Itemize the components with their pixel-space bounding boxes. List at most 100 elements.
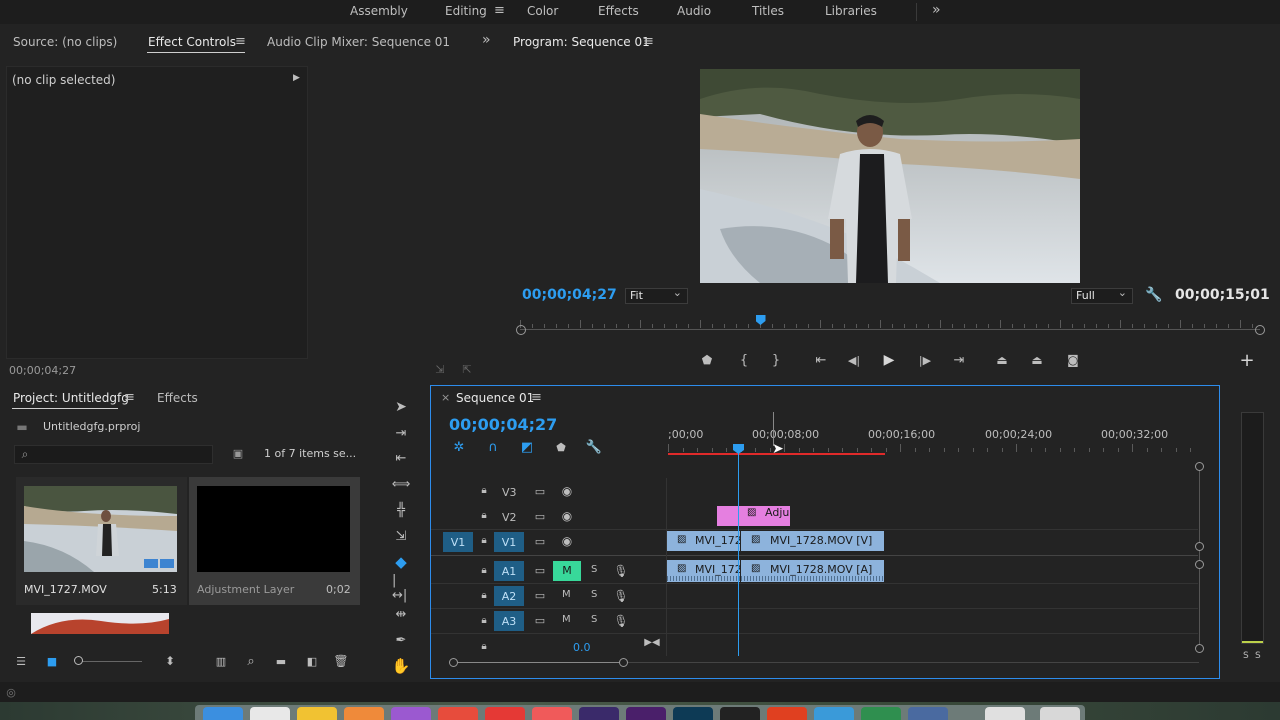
scroll-handle[interactable] <box>1195 462 1204 471</box>
clip-adjustment-layer[interactable]: ▨ Adju <box>717 506 790 526</box>
h-scroll-start-handle[interactable] <box>449 658 458 667</box>
project-search-input[interactable]: ⌕ <box>14 445 213 464</box>
h-scroll-end-handle[interactable] <box>619 658 628 667</box>
expand-triangle-icon[interactable]: ▶ <box>293 73 300 83</box>
tab-project[interactable]: Project: Untitledgfg <box>13 391 129 405</box>
sync-lock-icon[interactable]: ▭ <box>533 588 547 602</box>
workspace-tab-libraries[interactable]: Libraries <box>825 4 877 18</box>
program-scrub-bar[interactable] <box>515 315 1265 342</box>
clip-a1-b[interactable]: ▨ MVI_1728.MOV [A] <box>741 560 884 582</box>
program-menu-icon[interactable]: ≡ <box>643 34 654 49</box>
button-editor-plus-icon[interactable]: + <box>1238 350 1256 371</box>
scroll-handle[interactable] <box>1195 560 1204 569</box>
app-icon-red[interactable] <box>438 707 478 720</box>
lock-icon[interactable]: 🔒︎ <box>478 483 490 497</box>
go-to-end-icon[interactable]: ▶◀ <box>644 635 660 649</box>
workspace-overflow-icon[interactable]: » <box>932 2 941 18</box>
photoshop-icon[interactable] <box>673 707 713 720</box>
microphone-icon[interactable]: 🎙︎ <box>613 587 628 605</box>
tab-source[interactable]: Source: (no clips) <box>13 35 117 49</box>
workspace-tab-effects[interactable]: Effects <box>598 4 639 18</box>
program-monitor-title[interactable]: Program: Sequence 01 <box>513 35 650 49</box>
step-forward-icon[interactable]: |▶ <box>917 352 933 368</box>
new-item-icon[interactable]: ◧ <box>304 654 320 668</box>
lock-icon[interactable]: 🔒︎ <box>478 613 490 627</box>
eye-icon[interactable]: ◉ <box>559 484 575 498</box>
sync-lock-icon[interactable]: ▭ <box>533 484 547 498</box>
photos-icon[interactable] <box>344 707 384 720</box>
clip-a1-a[interactable]: ▨ MVI_172 <box>667 560 740 582</box>
list-view-icon[interactable]: ☰ <box>13 654 29 668</box>
export-icon[interactable]: ⇱ <box>459 362 475 376</box>
time-ruler[interactable]: ;00;00 00;00;08;00 00;00;16;00 00;00;24;… <box>668 428 1204 458</box>
track-label-v2[interactable]: V2 <box>502 511 517 524</box>
export-frame-camera-icon[interactable]: ◙ <box>1064 352 1082 368</box>
pen-tool-icon[interactable]: ✒ <box>392 631 410 649</box>
project-item-mvi-1727[interactable]: MVI_1727.MOV 5:13 <box>16 477 187 605</box>
after-effects-icon[interactable] <box>579 707 619 720</box>
solo-button-a1[interactable]: S <box>591 564 597 575</box>
add-marker-icon[interactable]: ⬟ <box>699 352 715 368</box>
program-current-timecode[interactable]: 00;00;04;27 <box>522 287 617 303</box>
scrub-start-handle[interactable] <box>516 325 526 335</box>
new-bin-from-search-icon[interactable]: ▣ <box>230 446 246 460</box>
project-menu-icon[interactable]: ≡ <box>124 390 135 405</box>
tab-audio-clip-mixer[interactable]: Audio Clip Mixer: Sequence 01 <box>267 35 450 49</box>
thumbnail-zoom-slider[interactable] <box>74 656 144 666</box>
mark-out-icon[interactable]: } <box>768 352 784 368</box>
sync-lock-icon[interactable]: ▭ <box>533 613 547 627</box>
workspace-tab-editing[interactable]: Editing <box>445 4 487 18</box>
sequence-menu-icon[interactable]: ≡ <box>531 390 542 405</box>
premiere-icon[interactable] <box>626 707 666 720</box>
tab-effect-controls[interactable]: Effect Controls <box>148 35 236 49</box>
find-icon[interactable]: ⌕ <box>243 653 259 669</box>
close-sequence-icon[interactable]: × <box>441 391 450 404</box>
microphone-icon[interactable]: 🎙︎ <box>613 612 628 630</box>
scrub-end-handle[interactable] <box>1255 325 1265 335</box>
new-bin-icon[interactable]: ▬ <box>273 654 289 668</box>
sync-lock-icon[interactable]: ▭ <box>533 534 547 548</box>
sync-lock-icon[interactable]: ▭ <box>533 509 547 523</box>
sort-icon[interactable]: ⬍ <box>162 653 178 669</box>
slip-tool-icon[interactable]: |↔| <box>392 573 410 603</box>
filter-icon[interactable]: ⇲ <box>432 362 448 376</box>
timeline-timecode[interactable]: 00;00;04;27 <box>449 415 557 434</box>
launchpad-icon[interactable] <box>391 707 431 720</box>
status-icon[interactable]: ◎ <box>4 685 18 699</box>
automate-to-sequence-icon[interactable]: ▥ <box>212 654 230 668</box>
workspace-menu-icon[interactable]: ≡ <box>494 3 505 18</box>
razor-tool-icon[interactable]: ◆ <box>392 553 410 571</box>
track-label-v3[interactable]: V3 <box>502 486 517 499</box>
mute-button-a3[interactable]: M <box>562 614 571 625</box>
track-select-tool-icon[interactable]: ⇥ <box>392 424 410 442</box>
master-volume-value[interactable]: 0.0 <box>573 641 591 654</box>
tab-effects[interactable]: Effects <box>157 391 198 405</box>
workspace-tab-audio[interactable]: Audio <box>677 4 711 18</box>
add-marker-icon[interactable]: ⬟ <box>553 439 569 455</box>
go-to-in-icon[interactable]: ⇤ <box>812 352 830 368</box>
source-patch-v1[interactable]: V1 <box>443 532 473 552</box>
lift-icon[interactable]: ⏏ <box>992 352 1012 368</box>
snap-magnet-icon[interactable]: ∩ <box>485 439 501 455</box>
playback-resolution-select[interactable]: Full <box>1071 286 1133 304</box>
project-item-partial-thumbnail[interactable] <box>31 613 169 634</box>
app-icon-orange[interactable] <box>767 707 807 720</box>
lock-icon[interactable]: 🔒︎ <box>478 533 490 547</box>
extract-icon[interactable]: ⏏ <box>1027 352 1047 368</box>
workspace-tab-titles[interactable]: Titles <box>752 4 784 18</box>
hand-tool-icon[interactable]: ✋ <box>392 657 411 675</box>
vertical-scrollbar-track[interactable] <box>1199 462 1200 652</box>
solo-right-button[interactable]: S <box>1255 651 1261 661</box>
mute-button-a2[interactable]: M <box>562 589 571 600</box>
play-icon[interactable]: ▶ <box>881 351 897 369</box>
trash-icon[interactable]: 🗑 <box>333 653 349 669</box>
selection-tool-icon[interactable]: ➤ <box>392 398 410 416</box>
nest-sequence-icon[interactable]: ✲ <box>451 439 467 455</box>
solo-button-a3[interactable]: S <box>591 614 597 625</box>
track-select-backward-icon[interactable]: ⇤ <box>392 449 410 467</box>
h-scroll-thumb[interactable] <box>458 662 619 663</box>
clip-v1-a[interactable]: ▨ MVI_172 <box>667 531 740 551</box>
lock-icon[interactable]: 🔒︎ <box>478 508 490 522</box>
tab-sequence[interactable]: Sequence 01 <box>456 391 534 405</box>
scroll-handle[interactable] <box>1195 644 1204 653</box>
